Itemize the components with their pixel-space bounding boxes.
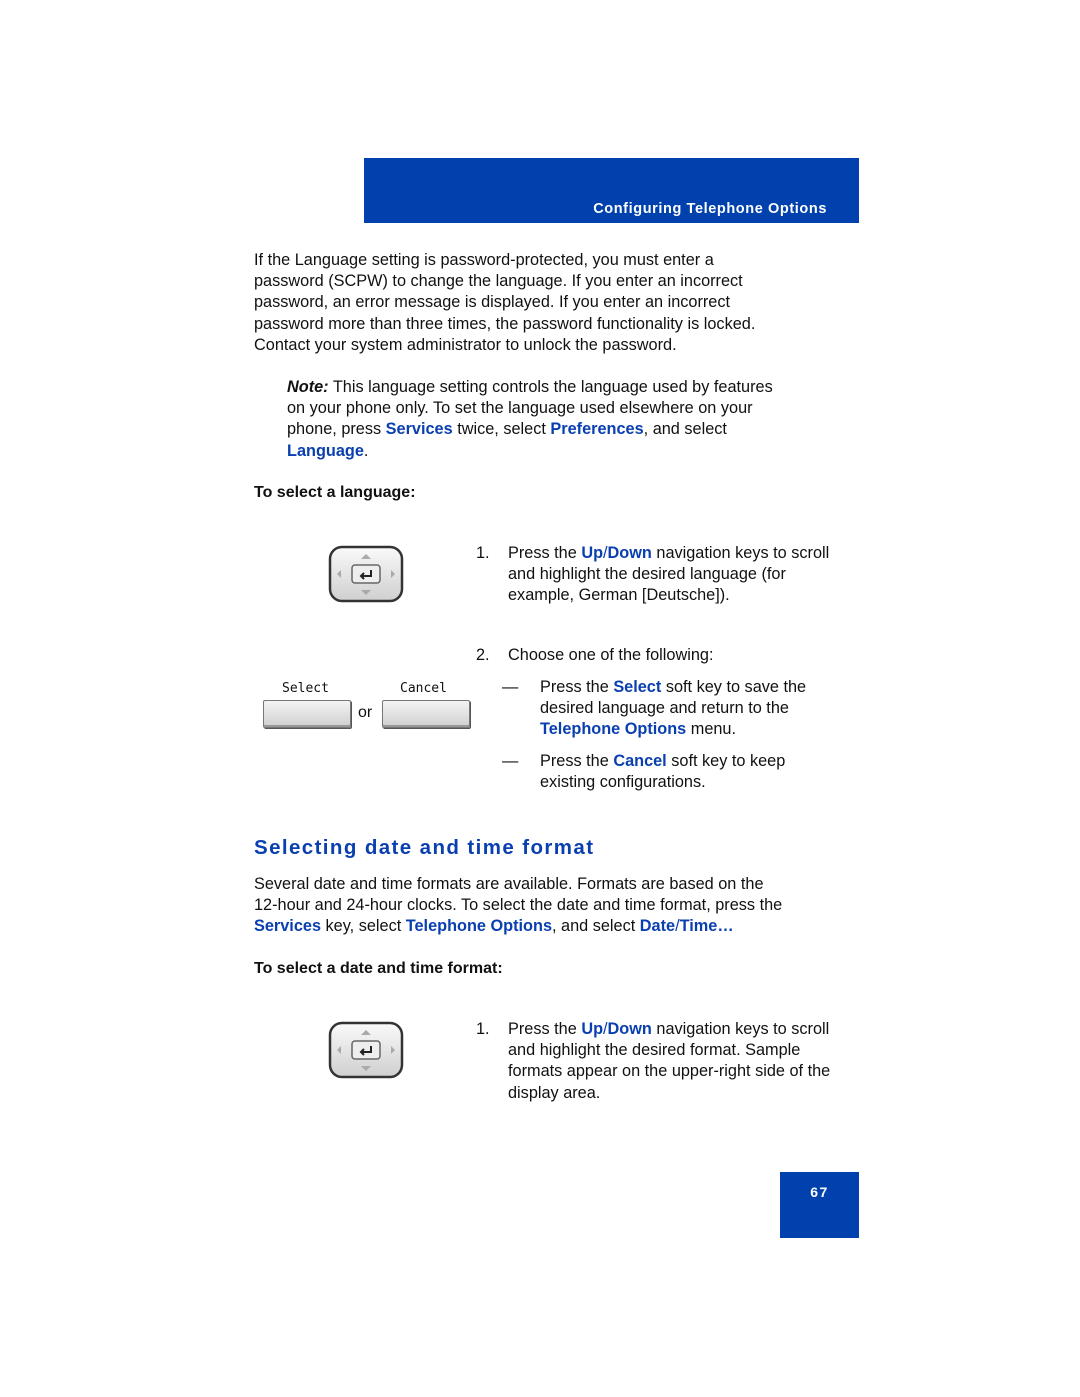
section-title: Configuring Telephone Options: [593, 201, 827, 217]
note-paragraph: Note: This language setting controls the…: [287, 377, 847, 462]
up-key-ref: Up: [581, 544, 604, 562]
select-softkey-label: Select: [282, 681, 329, 696]
section-header-band: Configuring Telephone Options: [364, 158, 859, 223]
down-key-ref: Down: [607, 1020, 652, 1038]
step-number: 1.: [476, 544, 490, 562]
note-text: on your phone only. To set the language …: [287, 399, 753, 418]
cancel-softkey-button[interactable]: [382, 700, 470, 728]
or-label: or: [358, 704, 373, 721]
language-ref: Language: [287, 441, 364, 460]
para-line: 12-hour and 24-hour clocks. To select th…: [254, 896, 783, 915]
telephone-options-ref: Telephone Options: [540, 720, 687, 739]
services-key-ref: Services: [385, 420, 453, 439]
page-number: 67: [810, 1184, 829, 1200]
date-time-paragraph: Several date and time formats are availa…: [254, 874, 854, 938]
navigation-key-icon: [328, 545, 404, 603]
intro-line: password, an error message is displayed.…: [254, 293, 731, 312]
note-text: .: [363, 441, 369, 460]
intro-line: Contact your system administrator to unl…: [254, 335, 677, 354]
telephone-options-ref: Telephone Options: [405, 917, 552, 936]
step-text: Choose one of the following:: [508, 646, 714, 664]
select-key-ref: Select: [613, 678, 662, 696]
dash-bullet: —: [502, 752, 519, 770]
section-heading-date-time: Selecting date and time format: [254, 836, 595, 859]
option-text: Press the: [540, 752, 614, 770]
note-label: Note:: [287, 378, 329, 396]
para-line: Several date and time formats are availa…: [254, 875, 764, 893]
navigation-key-icon: [328, 1021, 404, 1079]
services-key-ref: Services: [254, 917, 321, 936]
down-key-ref: Down: [607, 544, 652, 562]
note-text: twice, select: [452, 420, 551, 439]
intro-line: If the Language setting is password-prot…: [254, 251, 714, 269]
dash-bullet: —: [502, 678, 519, 696]
cancel-key-ref: Cancel: [613, 752, 667, 770]
step-number: 2.: [476, 646, 490, 664]
intro-line: password (SCPW) to change the language. …: [254, 272, 743, 291]
option-text: menu.: [686, 720, 737, 739]
procedure-title-date-time: To select a date and time format:: [254, 960, 503, 977]
step-text: Press the: [508, 544, 582, 562]
para-text: key, select: [321, 917, 406, 936]
note-text: This language setting controls the langu…: [328, 378, 773, 396]
intro-line: password more than three times, the pass…: [254, 314, 756, 333]
intro-paragraph: If the Language setting is password-prot…: [254, 250, 854, 356]
cancel-softkey-label: Cancel: [400, 681, 447, 696]
up-key-ref: Up: [581, 1020, 604, 1038]
note-text: phone, press: [287, 420, 386, 439]
select-softkey-button[interactable]: [263, 700, 351, 728]
para-text: , and select: [552, 917, 640, 936]
procedure-title-language: To select a language:: [254, 484, 416, 501]
step-text: Press the: [508, 1020, 582, 1038]
time-ref: Time…: [679, 917, 734, 936]
step-number: 1.: [476, 1020, 490, 1038]
preferences-ref: Preferences: [550, 420, 644, 439]
date-ref: Date: [639, 917, 676, 936]
page-number-box: 67: [780, 1172, 859, 1238]
note-text: , and select: [643, 420, 727, 439]
option-text: Press the: [540, 678, 614, 696]
